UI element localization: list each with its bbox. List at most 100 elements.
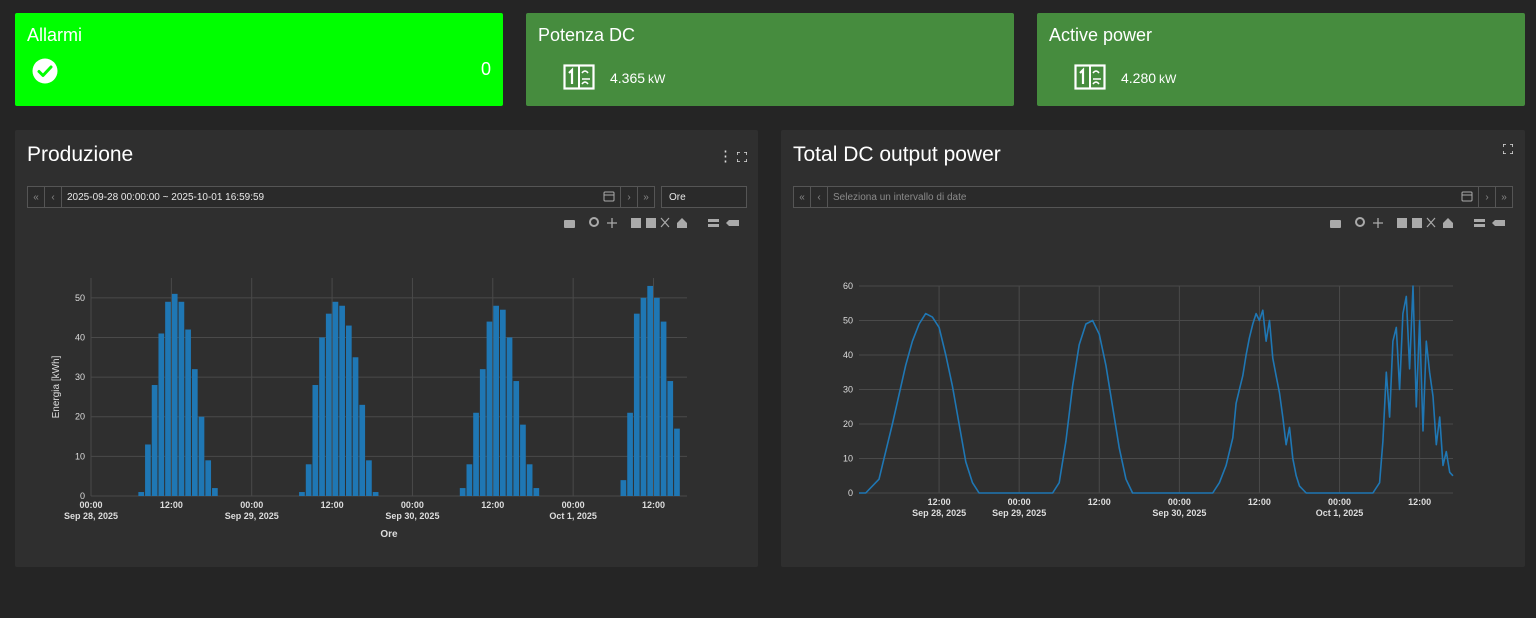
x-tick-label: Sep 28, 2025 xyxy=(64,511,118,521)
bar xyxy=(526,464,533,496)
check-circle-icon xyxy=(32,58,58,84)
granularity-select[interactable]: Ore xyxy=(661,186,747,208)
y-tick-label: 10 xyxy=(75,451,85,461)
zoom-out-icon[interactable] xyxy=(646,218,656,228)
next-button[interactable]: › xyxy=(620,187,637,207)
date-range-picker[interactable]: « ‹ Seleziona un intervallo di date › » xyxy=(793,186,1513,208)
bar xyxy=(633,313,640,496)
x-tick-label: 12:00 xyxy=(1088,497,1111,507)
kebab-menu-icon[interactable]: ⋮ xyxy=(718,147,733,165)
bar xyxy=(513,381,520,496)
bar xyxy=(158,333,165,496)
bar xyxy=(372,492,379,496)
fullscreen-icon[interactable] xyxy=(737,152,747,162)
x-axis-label: Ore xyxy=(380,529,398,540)
x-tick-label: 00:00 xyxy=(79,500,102,510)
next-button[interactable]: › xyxy=(1478,187,1495,207)
zoom-out-icon[interactable] xyxy=(1412,218,1422,228)
chart-toolbar xyxy=(1330,217,1505,228)
first-page-button[interactable]: « xyxy=(28,187,45,207)
y-tick-label: 30 xyxy=(75,372,85,382)
alarm-card[interactable]: Allarmi 0 xyxy=(15,13,503,106)
camera-icon[interactable] xyxy=(564,220,575,228)
x-tick-label: 00:00 xyxy=(401,500,424,510)
bar xyxy=(165,301,171,496)
y-tick-label: 20 xyxy=(843,419,853,429)
y-tick-label: 40 xyxy=(75,332,85,342)
bar xyxy=(151,385,158,496)
inverter-icon xyxy=(1074,64,1106,90)
bar xyxy=(533,488,540,496)
bar xyxy=(493,305,499,496)
bar xyxy=(171,293,178,496)
x-tick-label: 00:00 xyxy=(1168,497,1191,507)
x-tick-label: 12:00 xyxy=(481,500,504,510)
bar xyxy=(345,325,352,496)
last-page-button[interactable]: » xyxy=(1495,187,1512,207)
zoom-icon[interactable] xyxy=(1355,217,1365,227)
x-tick-label: 12:00 xyxy=(642,500,665,510)
hover-closest-icon[interactable] xyxy=(1474,219,1485,222)
pan-icon[interactable] xyxy=(1373,218,1383,228)
x-tick-label: 12:00 xyxy=(928,497,951,507)
active-power-card[interactable]: Active power 4.280 kW xyxy=(1037,13,1525,106)
total-dc-panel: Total DC output power « ‹ Seleziona un i… xyxy=(781,130,1525,567)
zoom-icon[interactable] xyxy=(589,217,599,227)
bar xyxy=(466,464,473,496)
autoscale-icon[interactable] xyxy=(660,217,670,228)
produzione-chart[interactable]: 0102030405000:00Sep 28, 202512:00 00:00Se… xyxy=(15,270,758,550)
bar xyxy=(667,381,674,496)
x-tick-label: 12:00 xyxy=(160,500,183,510)
total-dc-chart[interactable]: 010203040506012:00Sep 28, 202500:00Sep 2… xyxy=(781,270,1525,550)
date-range-placeholder[interactable]: Seleziona un intervallo di date xyxy=(828,192,1456,203)
alarm-count: 0 xyxy=(480,59,491,79)
bar xyxy=(299,492,305,496)
date-range-picker[interactable]: « ‹ 2025-09-28 00:00:00 ~ 2025-10-01 16:… xyxy=(27,186,655,208)
x-tick-label: Sep 29, 2025 xyxy=(225,511,279,521)
x-tick-label: Sep 30, 2025 xyxy=(385,511,439,521)
calendar-icon[interactable] xyxy=(1456,187,1478,207)
y-tick-label: 50 xyxy=(843,316,853,326)
camera-icon[interactable] xyxy=(1330,220,1341,228)
dc-power-unit: kW xyxy=(648,72,666,86)
panel-title: Total DC output power xyxy=(793,143,1001,166)
y-tick-label: 50 xyxy=(75,293,85,303)
fullscreen-icon[interactable] xyxy=(1503,144,1513,154)
bar xyxy=(479,369,486,496)
x-tick-label: 12:00 xyxy=(1408,497,1431,507)
bar xyxy=(191,369,198,496)
bar xyxy=(178,301,185,496)
produzione-panel: Produzione ⋮ « ‹ 2025-09-28 00:00:00 ~ 2… xyxy=(15,130,758,567)
bar xyxy=(319,337,325,496)
home-icon[interactable] xyxy=(677,218,687,228)
y-tick-label: 0 xyxy=(848,488,853,498)
hover-compare-icon[interactable] xyxy=(1492,220,1505,226)
calendar-icon[interactable] xyxy=(598,187,620,207)
x-tick-label: 00:00 xyxy=(1008,497,1031,507)
prev-button[interactable]: ‹ xyxy=(45,187,62,207)
bar xyxy=(138,492,145,496)
autoscale-icon[interactable] xyxy=(1426,217,1436,228)
bar xyxy=(352,357,359,496)
dc-power-card[interactable]: Potenza DC 4.365 kW xyxy=(526,13,1014,106)
home-icon[interactable] xyxy=(1443,218,1453,228)
prev-button[interactable]: ‹ xyxy=(811,187,828,207)
zoom-in-icon[interactable] xyxy=(631,218,641,228)
hover-compare-icon[interactable] xyxy=(726,220,739,226)
hover-closest-icon[interactable] xyxy=(708,219,719,222)
last-page-button[interactable]: » xyxy=(637,187,654,207)
bar xyxy=(486,321,493,496)
bar xyxy=(520,424,526,496)
bar xyxy=(198,416,205,496)
pan-icon[interactable] xyxy=(607,218,617,228)
bar xyxy=(506,337,513,496)
bar xyxy=(339,305,345,496)
date-range-value[interactable]: 2025-09-28 00:00:00 ~ 2025-10-01 16:59:5… xyxy=(62,192,598,203)
bar xyxy=(359,404,366,496)
bar xyxy=(459,488,466,496)
bar xyxy=(145,444,151,496)
first-page-button[interactable]: « xyxy=(794,187,811,207)
zoom-in-icon[interactable] xyxy=(1397,218,1407,228)
alarm-title: Allarmi xyxy=(27,25,83,45)
bar xyxy=(499,309,506,496)
